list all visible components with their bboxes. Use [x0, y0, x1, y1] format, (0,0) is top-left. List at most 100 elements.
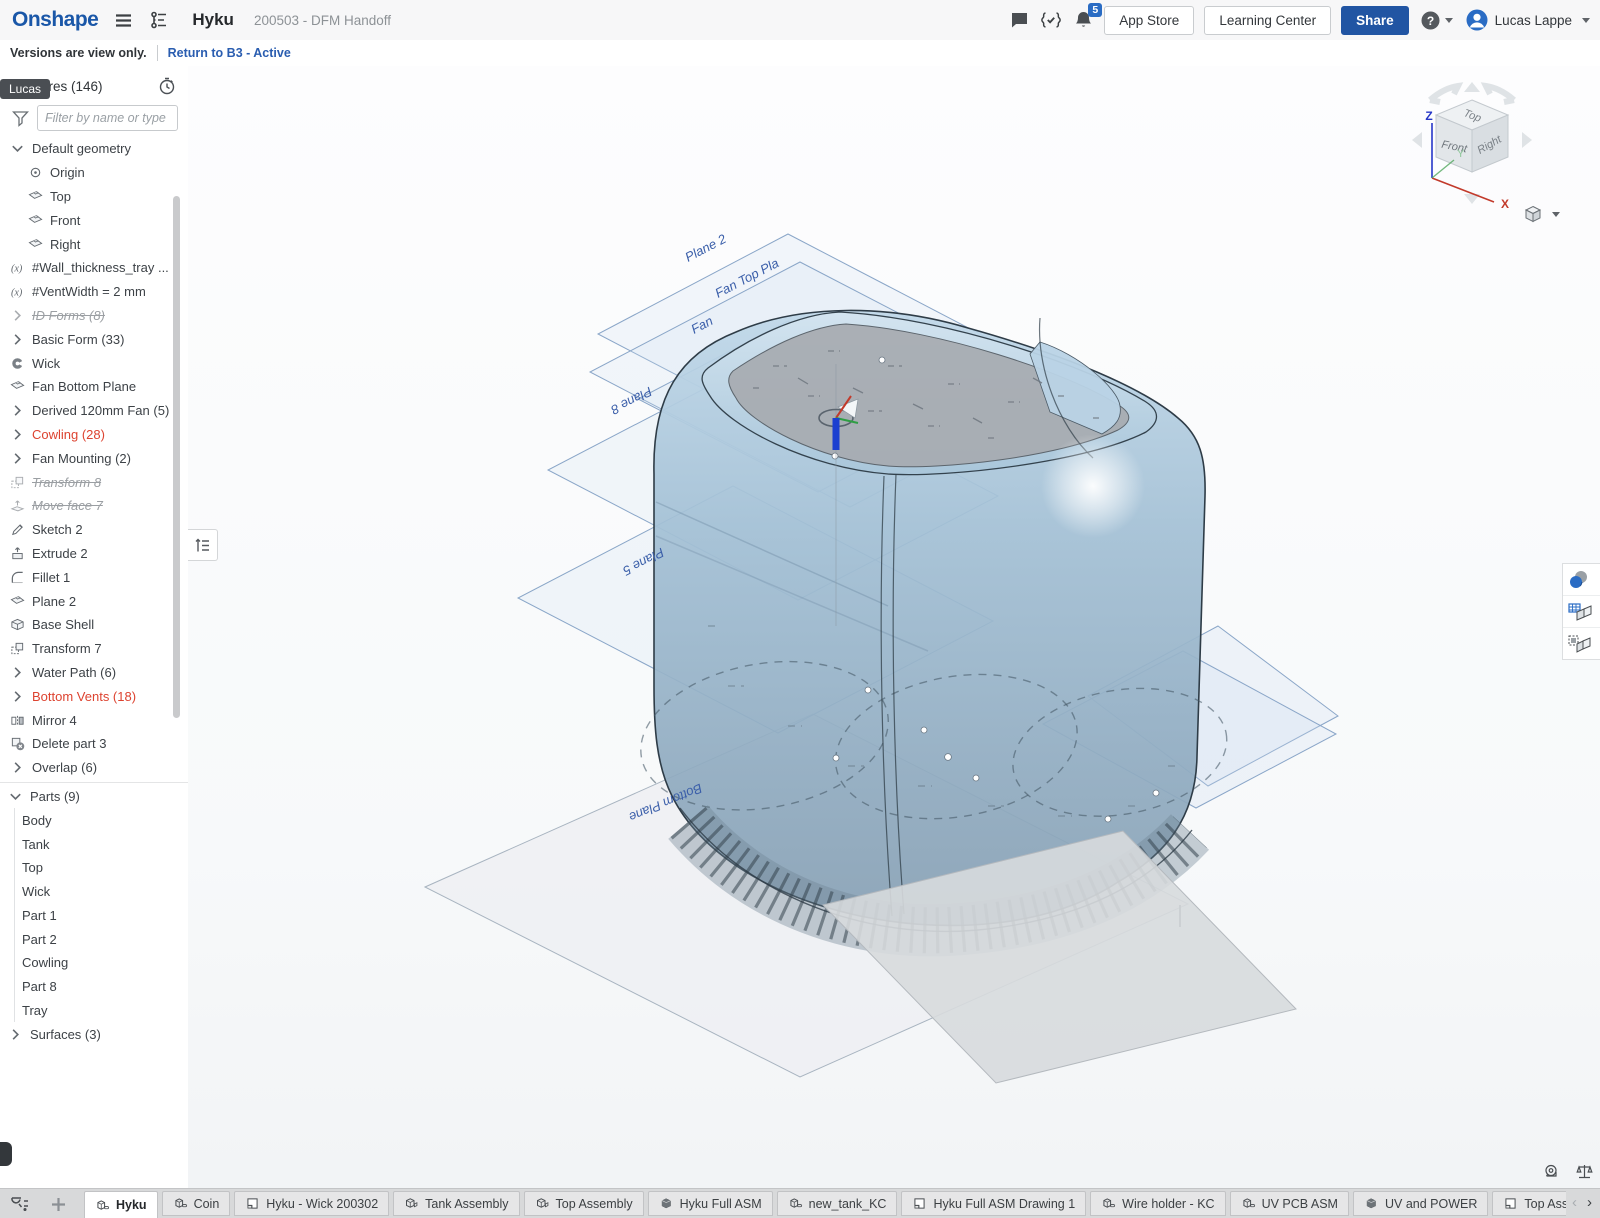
filter-icon[interactable] — [12, 110, 29, 127]
named-views-button[interactable] — [1563, 596, 1600, 628]
feature-group-row[interactable]: ID Forms (8) — [0, 304, 188, 328]
version-message: Versions are view only. — [0, 46, 147, 60]
tabs-scroll-left[interactable]: ‹ — [1572, 1195, 1577, 1210]
plane-icon — [28, 213, 43, 228]
measure-tools — [1543, 1163, 1593, 1180]
return-to-active-link[interactable]: Return to B3 - Active — [168, 46, 291, 60]
feature-row[interactable]: Front — [0, 208, 188, 232]
part-row[interactable]: Part 2 — [0, 927, 188, 951]
user-menu[interactable]: Lucas Lappe — [1465, 8, 1590, 32]
feature-row[interactable]: Origin — [0, 161, 188, 185]
document-tab[interactable]: new_tank_KC — [777, 1191, 898, 1216]
share-button[interactable]: Share — [1341, 6, 1409, 35]
feature-script-check-icon[interactable] — [1040, 9, 1062, 31]
document-tab[interactable]: Wire holder - KC — [1090, 1191, 1225, 1216]
feature-row[interactable]: Delete part 3 — [0, 732, 188, 756]
deletepart-icon — [10, 736, 25, 751]
feature-group-row[interactable]: Default geometry — [0, 137, 188, 161]
document-tab[interactable]: UV and POWER — [1353, 1191, 1488, 1216]
new-tab-button[interactable] — [46, 1192, 70, 1216]
feature-panel-toggle[interactable] — [188, 529, 218, 561]
part-row[interactable]: Top — [0, 856, 188, 880]
document-tab[interactable]: Hyku Full ASM Drawing 1 — [901, 1191, 1086, 1216]
version-tree-icon[interactable] — [148, 9, 170, 31]
document-tab[interactable]: Top Assembly — [524, 1191, 644, 1216]
feature-row[interactable]: Wick — [0, 351, 188, 375]
part-row[interactable]: Cowling — [0, 951, 188, 975]
feature-row[interactable]: Plane 2 — [0, 589, 188, 613]
feature-list-scrollbar[interactable] — [173, 196, 180, 718]
feature-row[interactable]: Transform 7 — [0, 637, 188, 661]
top-bar: Onshape Hyku 200503 - DFM Handoff — [0, 0, 1600, 41]
document-tab[interactable]: Hyku — [84, 1191, 158, 1218]
feature-row[interactable]: #VentWidth = 2 mm — [0, 280, 188, 304]
view-cube[interactable]: Top Front Right Z X Y — [1402, 78, 1542, 230]
section-view-button[interactable] — [1563, 628, 1600, 659]
feature-group-row[interactable]: Cowling (28) — [0, 423, 188, 447]
feature-filter-input[interactable] — [37, 105, 178, 131]
part-row[interactable]: Part 8 — [0, 975, 188, 999]
tabs-scroll-right[interactable]: › — [1587, 1195, 1592, 1210]
feature-group-row[interactable]: Basic Form (33) — [0, 327, 188, 351]
comment-icon[interactable] — [1008, 9, 1030, 31]
tape-measure-icon[interactable] — [1543, 1163, 1560, 1180]
feature-row[interactable]: Fillet 1 — [0, 565, 188, 589]
view-options-menu[interactable] — [1523, 204, 1560, 224]
part-row[interactable]: Tank — [0, 832, 188, 856]
appearance-tool-button[interactable] — [1563, 564, 1600, 596]
parts-section-header[interactable]: Parts (9) — [0, 785, 188, 809]
document-tab[interactable]: Top Assembly D — [1492, 1191, 1566, 1216]
assembly-tab-icon — [404, 1196, 419, 1211]
learning-center-button[interactable]: Learning Center — [1204, 6, 1331, 35]
tab-label: Coin — [194, 1197, 220, 1211]
surfaces-section-header[interactable]: Surfaces (3) — [0, 1022, 188, 1046]
notifications-bell-icon[interactable]: 5 — [1072, 9, 1094, 31]
feature-row[interactable]: Extrude 2 — [0, 542, 188, 566]
feature-row[interactable]: Transform 8 — [0, 470, 188, 494]
tab-manager-icon[interactable] — [8, 1192, 32, 1216]
document-tab[interactable]: UV PCB ASM — [1230, 1191, 1349, 1216]
feature-group-row[interactable]: Water Path (6) — [0, 661, 188, 685]
feature-row[interactable]: Right — [0, 232, 188, 256]
part-row[interactable]: Body — [0, 808, 188, 832]
model-body[interactable] — [629, 310, 1237, 931]
feature-row[interactable]: Top — [0, 185, 188, 209]
part-row[interactable]: Wick — [0, 880, 188, 904]
drawing-tab-icon — [245, 1196, 260, 1211]
feature-row[interactable]: #Wall_thickness_tray ... — [0, 256, 188, 280]
feature-row[interactable]: Move face 7 — [0, 494, 188, 518]
svg-text:Y: Y — [1457, 148, 1465, 160]
feature-group-row[interactable]: Fan Mounting (2) — [0, 446, 188, 470]
tree-guide-line — [14, 808, 15, 1022]
mass-properties-icon[interactable] — [1576, 1163, 1593, 1180]
drawing-tab-icon — [1503, 1196, 1518, 1211]
feature-row[interactable]: Fan Bottom Plane — [0, 375, 188, 399]
onshape-logo[interactable]: Onshape — [12, 8, 98, 32]
feature-row[interactable]: Sketch 2 — [0, 518, 188, 542]
svg-text:?: ? — [1427, 14, 1434, 28]
chat-launcher-partial[interactable] — [0, 1142, 12, 1166]
hamburger-menu-icon[interactable] — [112, 9, 134, 31]
tab-label: Top Assembly — [556, 1197, 633, 1211]
feature-row[interactable]: Mirror 4 — [0, 708, 188, 732]
part-row[interactable]: Part 1 — [0, 904, 188, 928]
feature-group-row[interactable]: Bottom Vents (18) — [0, 684, 188, 708]
part-label: Body — [22, 813, 52, 828]
feature-group-row[interactable]: Derived 120mm Fan (5) — [0, 399, 188, 423]
feature-row[interactable]: Base Shell — [0, 613, 188, 637]
feature-label: Plane 2 — [32, 594, 76, 609]
tab-label: Hyku Full ASM — [680, 1197, 762, 1211]
help-menu[interactable]: ? — [1419, 9, 1455, 31]
tab-label: UV and POWER — [1385, 1197, 1477, 1211]
document-tab[interactable]: Coin — [162, 1191, 231, 1216]
feature-label: Default geometry — [32, 141, 131, 156]
document-tab[interactable]: Hyku Full ASM — [648, 1191, 773, 1216]
document-tab[interactable]: Hyku - Wick 200302 — [234, 1191, 389, 1216]
document-tab[interactable]: Tank Assembly — [393, 1191, 519, 1216]
3d-viewport[interactable]: Plane 2 Fan Top Pla Fan Plane 8 Plane 5 … — [188, 66, 1600, 1188]
feature-group-row[interactable]: Overlap (6) — [0, 756, 188, 780]
part-row[interactable]: Tray — [0, 999, 188, 1023]
chevron-right-icon — [10, 332, 25, 347]
app-store-button[interactable]: App Store — [1104, 6, 1194, 35]
rollback-history-icon[interactable] — [158, 77, 176, 95]
